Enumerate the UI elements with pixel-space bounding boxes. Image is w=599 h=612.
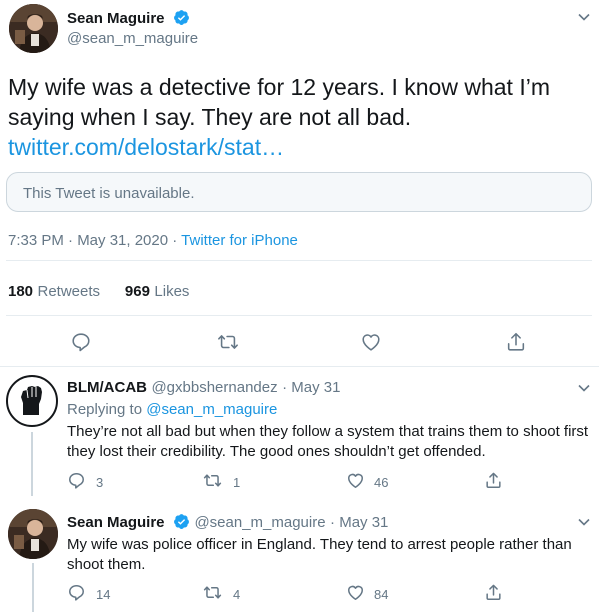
retweet-icon[interactable]: [203, 583, 222, 602]
avatar-photo: [8, 509, 58, 559]
tweet-text: My wife was a detective for 12 years. I …: [8, 74, 550, 130]
avatar-photo: [9, 4, 58, 53]
author-handle[interactable]: @sean_m_maguire: [67, 30, 198, 47]
reply-count: 3: [96, 475, 104, 490]
chevron-down-icon[interactable]: [577, 515, 591, 529]
like-count: 84: [374, 587, 389, 602]
reply-icon[interactable]: [70, 331, 92, 353]
retweet-icon[interactable]: [203, 471, 222, 490]
tweet-source[interactable]: Twitter for iPhone: [181, 232, 298, 249]
divider: [0, 366, 599, 367]
share-icon[interactable]: [484, 471, 503, 490]
retweets-count: 180: [8, 283, 34, 300]
avatar[interactable]: [8, 509, 58, 559]
tweet-link[interactable]: twitter.com/delostark/stat…: [8, 134, 284, 160]
reply-icon[interactable]: [67, 583, 86, 602]
reply-date[interactable]: · May 31: [330, 514, 388, 531]
likes-count: 969: [124, 283, 150, 300]
share-icon[interactable]: [505, 331, 527, 353]
like-icon[interactable]: [346, 471, 365, 490]
avatar[interactable]: [9, 4, 58, 53]
retweet-icon[interactable]: [217, 331, 239, 353]
reply-text: My wife was police officer in England. T…: [67, 536, 572, 573]
reply-date[interactable]: · May 31: [282, 379, 340, 396]
meta-separator: ·: [172, 232, 178, 249]
thread-line: [31, 432, 33, 496]
author-name[interactable]: BLM/ACAB: [67, 379, 147, 396]
replying-to-handle[interactable]: @sean_m_maguire: [146, 401, 277, 418]
retweet-count: 1: [233, 475, 241, 490]
tweet-timestamp[interactable]: 7:33 PM · May 31, 2020: [8, 232, 168, 249]
thread-line: [32, 563, 34, 612]
reply-count: 14: [96, 587, 111, 602]
verified-badge-icon: [174, 10, 189, 25]
author-handle[interactable]: @gxbbshernandez: [151, 379, 277, 396]
verified-badge-icon: [174, 514, 189, 529]
retweets-stat[interactable]: 180 Retweets: [8, 283, 104, 300]
author-name[interactable]: Sean Maguire: [67, 10, 165, 27]
replying-to-label: Replying to: [67, 401, 143, 418]
like-icon[interactable]: [360, 331, 382, 353]
share-icon[interactable]: [484, 583, 503, 602]
divider: [6, 315, 592, 316]
quoted-tweet-card: This Tweet is unavailable.: [6, 172, 592, 212]
reply-icon[interactable]: [67, 471, 86, 490]
retweet-count: 4: [233, 587, 241, 602]
retweets-label: Retweets: [37, 283, 101, 300]
likes-stat[interactable]: 969 Likes: [125, 283, 190, 300]
chevron-down-icon[interactable]: [577, 381, 591, 395]
like-count: 46: [374, 475, 389, 490]
raised-fist-icon: [21, 386, 42, 415]
avatar[interactable]: [6, 375, 58, 427]
author-name[interactable]: Sean Maguire: [67, 514, 165, 531]
likes-label: Likes: [154, 283, 190, 300]
author-handle[interactable]: @sean_m_maguire: [194, 514, 325, 531]
reply-text: They’re not all bad but when they follow…: [67, 423, 589, 460]
divider: [6, 260, 592, 261]
like-icon[interactable]: [346, 583, 365, 602]
quoted-unavailable-text: This Tweet is unavailable.: [23, 185, 195, 202]
chevron-down-icon[interactable]: [577, 10, 591, 24]
